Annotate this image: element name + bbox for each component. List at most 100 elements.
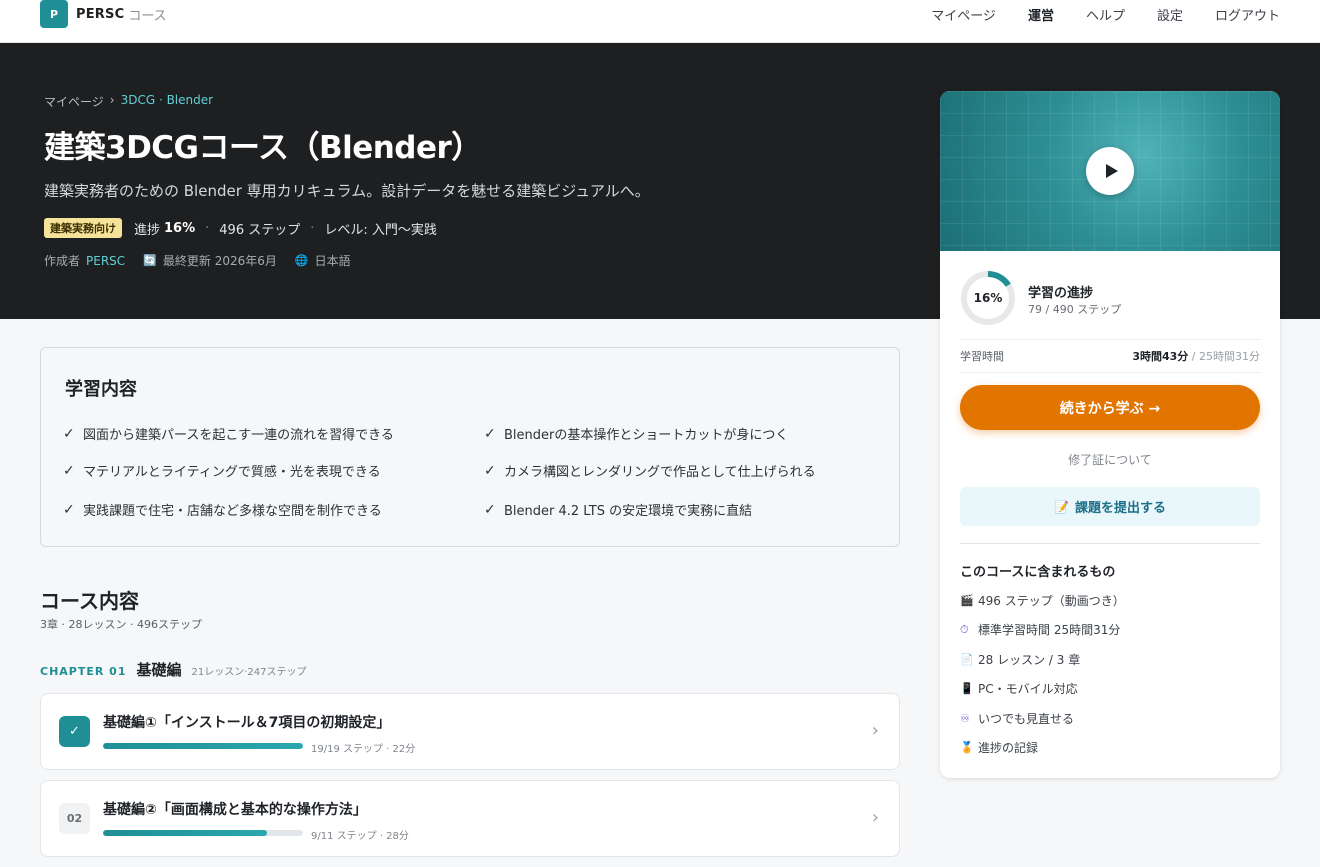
study-time-total: / 25時間31分 xyxy=(1191,350,1260,363)
include-item: 📄 28 レッスン / 3 章 xyxy=(960,653,1081,667)
include-item: 🎬 496 ステップ（動画つき） xyxy=(960,594,1125,608)
progress-summary: 16% 学習の進捗 79 / 490 ステップ xyxy=(960,270,1260,328)
updated-info: 🔄 最終更新 2026年6月 xyxy=(143,252,277,269)
course-meta: 建築実務向け 進捗 16% · 496 ステップ · レベル: 入門〜実践 xyxy=(44,218,437,238)
author-row: 作成者 PERSC 🔄 最終更新 2026年6月 🌐 日本語 xyxy=(44,252,351,269)
check-icon: ✓ xyxy=(63,501,75,518)
lesson-number-badge: 02 xyxy=(59,803,90,834)
audience-tag: 建築実務向け xyxy=(44,218,122,238)
medal-icon: 🏅 xyxy=(960,741,974,754)
page-subtitle: 建築実務者のための Blender 専用カリキュラム。設計データを魅せる建築ビジ… xyxy=(44,182,650,200)
lesson-meta: 19/19 ステップ · 22分 xyxy=(311,744,416,755)
chevron-right-icon: › xyxy=(871,720,879,741)
course-content-summary: 3章 · 28レッスン · 496ステップ xyxy=(40,618,202,631)
breadcrumb-mypage[interactable]: マイページ xyxy=(44,93,104,110)
check-icon: ✓ xyxy=(484,501,496,518)
lesson-meta: 9/11 ステップ · 28分 xyxy=(311,831,409,842)
continue-learning-button[interactable]: 続きから学ぶ → xyxy=(960,385,1260,430)
include-item: ♾ いつでも見直せる xyxy=(960,712,1075,726)
includes-heading: このコースに含まれるもの xyxy=(960,565,1116,580)
lesson-progress-bar xyxy=(103,830,303,836)
play-button[interactable] xyxy=(1086,147,1134,195)
progress-label: 進捗 xyxy=(134,222,161,238)
logo-badge: P xyxy=(40,0,68,28)
meta-separator: · xyxy=(310,220,315,236)
lesson-progress-fill xyxy=(103,830,267,836)
nav-help[interactable]: ヘルプ xyxy=(1086,5,1125,24)
learning-item: ✓ 実践課題で住宅・店舗など多様な空間を制作できる xyxy=(63,501,382,520)
logo[interactable]: P PERSC コース xyxy=(40,0,167,28)
progress-title: 学習の進捗 xyxy=(1028,286,1094,301)
course-sidebar-card: 16% 学習の進捗 79 / 490 ステップ 学習時間 3時間43分 / 25… xyxy=(940,91,1280,778)
check-icon: ✓ xyxy=(484,462,496,479)
submit-assignment-button[interactable]: 📝 課題を提出する xyxy=(960,487,1260,526)
language-info: 🌐 日本語 xyxy=(295,252,351,269)
stopwatch-icon: ⏱ xyxy=(960,622,969,636)
chapter-count: 21レッスン·247ステップ xyxy=(191,667,307,678)
study-time-value: 3時間43分 xyxy=(1132,350,1189,363)
check-icon: ✓ xyxy=(63,425,75,442)
language-text: 日本語 xyxy=(314,254,351,268)
study-time-values: 3時間43分 / 25時間31分 xyxy=(1132,348,1260,364)
completed-check-icon: ✓ xyxy=(59,716,90,747)
mobile-icon: 📱 xyxy=(960,682,974,695)
include-item: 📱 PC・モバイル対応 xyxy=(960,682,1078,696)
document-icon: 📄 xyxy=(960,653,974,666)
updated-text: 最終更新 2026年6月 xyxy=(162,254,277,268)
progress-steps: 79 / 490 ステップ xyxy=(1028,303,1122,316)
lesson-title: 基礎編①「インストール＆7項目の初期設定」 xyxy=(103,715,391,731)
learning-item: ✓ 図面から建築パースを起こす一連の流れを習得できる xyxy=(63,425,394,444)
course-level: レベル: 入門〜実践 xyxy=(324,222,437,238)
study-time-row: 学習時間 3時間43分 / 25時間31分 xyxy=(960,339,1260,373)
breadcrumb: マイページ › 3DCG · Blender xyxy=(44,93,213,110)
chapter-label: CHAPTER 01 xyxy=(40,665,127,678)
lesson-progress-fill xyxy=(103,743,303,749)
learning-item: ✓ Blenderの基本操作とショートカットが身につく xyxy=(484,425,789,444)
check-icon: ✓ xyxy=(63,462,75,479)
chapter-name: 基礎編 xyxy=(136,661,182,679)
lesson-title: 基礎編②「画面構成と基本的な操作方法」 xyxy=(103,802,367,818)
chapter-header: CHAPTER 01 基礎編 21レッスン·247ステップ xyxy=(40,659,307,680)
check-icon: ✓ xyxy=(484,425,496,442)
globe-icon: 🌐 xyxy=(294,254,309,267)
include-item: 🏅 進捗の記録 xyxy=(960,741,1039,755)
page-title: 建築3DCGコース（Blender） xyxy=(44,130,482,166)
course-content-heading: コース内容 xyxy=(40,589,139,613)
step-count: 496 ステップ xyxy=(219,222,301,238)
nav-settings[interactable]: 設定 xyxy=(1157,5,1183,24)
include-item: ⏱ 標準学習時間 25時間31分 xyxy=(960,622,1121,638)
learning-heading: 学習内容 xyxy=(65,379,137,400)
learning-outcomes: 学習内容 ✓ 図面から建築パースを起こす一連の流れを習得できる ✓ Blenderの… xyxy=(40,347,900,547)
author-label: 作成者 xyxy=(44,254,81,268)
submit-label: 課題を提出する xyxy=(1074,501,1166,516)
logo-subtext: コース xyxy=(128,8,167,24)
clapper-icon: 🎬 xyxy=(960,594,974,607)
logo-text: PERSC xyxy=(76,6,125,22)
memo-icon: 📝 xyxy=(1054,499,1069,514)
study-time-label: 学習時間 xyxy=(960,350,1004,363)
meta-separator: · xyxy=(205,220,210,236)
chevron-right-icon: › xyxy=(871,807,879,828)
nav-admin[interactable]: 運営 xyxy=(1028,5,1054,24)
certificate-link[interactable]: 修了証について xyxy=(960,451,1260,468)
nav-mypage[interactable]: マイページ xyxy=(931,5,996,24)
learning-item: ✓ Blender 4.2 LTS の安定環境で実務に直結 xyxy=(484,501,753,520)
lesson-row[interactable]: ✓ 基礎編①「インストール＆7項目の初期設定」 19/19 ステップ · 22分… xyxy=(40,693,900,770)
nav-logout[interactable]: ログアウト xyxy=(1215,5,1280,24)
top-navbar: P PERSC コース マイページ 運営 ヘルプ 設定 ログアウト xyxy=(0,0,1320,43)
course-preview-video[interactable] xyxy=(940,91,1280,251)
lesson-progress-bar xyxy=(103,743,303,749)
lesson-row[interactable]: 02 基礎編②「画面構成と基本的な操作方法」 9/11 ステップ · 28分 › xyxy=(40,780,900,857)
play-icon xyxy=(1105,164,1118,178)
nav-links: マイページ 運営 ヘルプ 設定 ログアウト xyxy=(899,0,1280,28)
learning-item: ✓ マテリアルとライティングで質感・光を表現できる xyxy=(63,462,381,481)
progress-value: 16% xyxy=(164,220,196,236)
breadcrumb-separator: › xyxy=(109,93,115,107)
breadcrumb-category[interactable]: 3DCG · Blender xyxy=(121,93,213,110)
update-icon: 🔄 xyxy=(143,254,157,267)
infinity-icon: ♾ xyxy=(960,712,970,725)
progress-ring-value: 16% xyxy=(973,291,1003,305)
learning-item: ✓ カメラ構図とレンダリングで作品として仕上げられる xyxy=(484,462,816,481)
author-link[interactable]: PERSC xyxy=(86,254,125,268)
divider xyxy=(960,543,1260,544)
